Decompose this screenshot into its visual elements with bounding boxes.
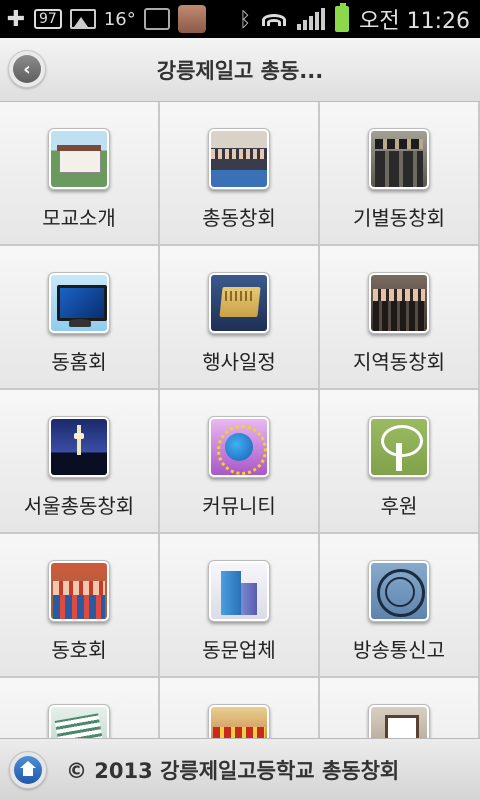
notification-count-badge: 97 (34, 9, 62, 29)
menu-thumbnail (368, 272, 430, 334)
regional-group-photo-icon (371, 275, 427, 331)
menu-item-label: 기별동창회 (353, 206, 445, 230)
wifi-icon (261, 8, 287, 30)
page-title: 강릉제일고 총동... (156, 58, 324, 83)
menu-thumbnail (48, 416, 110, 478)
menu-grid: 모교소개 총동창회 기별동창회동홈회 행사일정 지역동창회서울총동창회 커뮤니티 후원동호회… (0, 102, 480, 738)
menu-item-label: 총동창회 (202, 206, 276, 230)
menu-item[interactable] (320, 678, 478, 738)
menu-item-label: 동호회 (51, 638, 107, 662)
menu-thumbnail (48, 560, 110, 622)
menu-item[interactable] (0, 678, 158, 738)
menu-item[interactable]: 동호회 (0, 534, 158, 676)
home-icon (14, 756, 42, 784)
menu-item-label: 방송통신고 (353, 638, 445, 662)
menu-item[interactable] (160, 678, 318, 738)
chevron-left-icon: ‹ (13, 55, 41, 83)
app-notification-icon (177, 5, 206, 33)
school-seal-icon (371, 563, 427, 619)
add-notification-icon: ✚ (6, 6, 26, 32)
clock: 오전 11:26 (359, 9, 470, 34)
menu-item[interactable]: 커뮤니티 (160, 390, 318, 532)
school-building-icon (51, 131, 107, 187)
calendar-icon (211, 275, 267, 331)
menu-thumbnail (208, 272, 270, 334)
menu-item[interactable]: 모교소개 (0, 102, 158, 244)
menu-thumbnail (48, 128, 110, 190)
menu-item[interactable]: 행사일정 (160, 246, 318, 388)
picture-frame-icon (371, 707, 427, 738)
image-notification-icon (69, 9, 96, 29)
menu-item-label: 동문업체 (202, 638, 276, 662)
status-bar: ✚ 97 16° ᛒ 오전 11:26 (0, 0, 480, 38)
menu-item[interactable]: 동홈회 (0, 246, 158, 388)
home-button[interactable] (9, 751, 47, 789)
signal-strength-icon (297, 8, 326, 30)
menu-thumbnail (368, 560, 430, 622)
menu-item[interactable]: 후원 (320, 390, 478, 532)
event-photo-icon (211, 707, 267, 738)
menu-item[interactable]: 동문업체 (160, 534, 318, 676)
menu-item-label: 후원 (380, 494, 418, 518)
cloud-notification-icon (143, 8, 170, 30)
menu-thumbnail (208, 704, 270, 738)
back-button[interactable]: ‹ (8, 50, 46, 88)
battery-icon (335, 3, 350, 32)
menu-thumbnail (208, 128, 270, 190)
menu-item-label: 동홈회 (51, 350, 107, 374)
class-reunion-photo-icon (371, 131, 427, 187)
app-footer: © 2013 강릉제일고등학교 총동창회 (0, 738, 480, 800)
menu-thumbnail (368, 416, 430, 478)
menu-item[interactable]: 서울총동창회 (0, 390, 158, 532)
club-hikers-photo-icon (51, 563, 107, 619)
menu-thumbnail (368, 128, 430, 190)
menu-item-label: 지역동창회 (353, 350, 445, 374)
menu-item-label: 모교소개 (42, 206, 116, 230)
monitor-icon (51, 275, 107, 331)
alumni-group-photo-icon (211, 131, 267, 187)
menu-item-label: 서울총동창회 (23, 494, 135, 518)
menu-thumbnail (48, 704, 110, 738)
buildings-icon (211, 563, 267, 619)
app-header: ‹ 강릉제일고 총동... (0, 38, 480, 102)
menu-item[interactable]: 기별동창회 (320, 102, 478, 244)
temperature-readout: 16° (103, 8, 136, 30)
menu-item-label: 행사일정 (202, 350, 276, 374)
menu-thumbnail (208, 416, 270, 478)
seoul-tower-icon (51, 419, 107, 475)
tree-icon (371, 419, 427, 475)
menu-item-label: 커뮤니티 (202, 494, 276, 518)
menu-item[interactable]: 총동창회 (160, 102, 318, 244)
menu-thumbnail (208, 560, 270, 622)
documents-icon (51, 707, 107, 738)
bluetooth-icon: ᛒ (239, 7, 252, 31)
menu-item[interactable]: 방송통신고 (320, 534, 478, 676)
menu-thumbnail (48, 272, 110, 334)
copyright-text: © 2013 강릉제일고등학교 총동창회 (66, 759, 400, 783)
menu-thumbnail (368, 704, 430, 738)
menu-item[interactable]: 지역동창회 (320, 246, 478, 388)
community-globe-icon (211, 419, 267, 475)
